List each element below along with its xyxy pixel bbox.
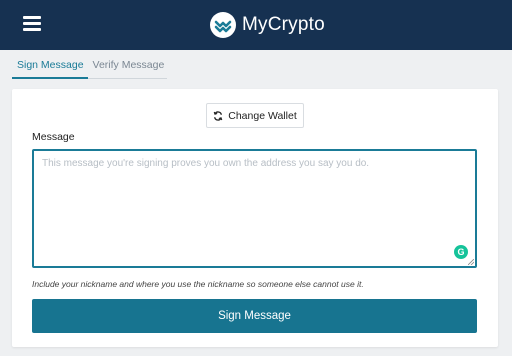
brand-name: MyCrypto: [242, 14, 325, 35]
tab-sign-message[interactable]: Sign Message: [12, 54, 88, 79]
refresh-icon: [213, 110, 223, 121]
sign-message-card: Change Wallet Message G Include your nic…: [12, 89, 498, 347]
tab-verify-message[interactable]: Verify Message: [87, 54, 168, 79]
message-hint: Include your nickname and where you use …: [32, 279, 364, 289]
grammarly-icon[interactable]: G: [454, 245, 468, 259]
hamburger-menu-icon[interactable]: [23, 16, 41, 32]
change-wallet-button[interactable]: Change Wallet: [206, 103, 304, 128]
sign-message-button[interactable]: Sign Message: [32, 299, 477, 333]
resize-grip-icon[interactable]: [468, 259, 474, 265]
message-field-container: G: [32, 149, 477, 268]
app-header: MyCrypto: [0, 0, 512, 50]
message-label: Message: [32, 131, 75, 143]
change-wallet-label: Change Wallet: [228, 109, 297, 122]
mycrypto-logo-icon: [210, 12, 236, 38]
message-textarea[interactable]: [34, 151, 475, 266]
brand[interactable]: MyCrypto: [210, 10, 325, 40]
message-tabs: Sign Message Verify Message: [12, 54, 168, 79]
